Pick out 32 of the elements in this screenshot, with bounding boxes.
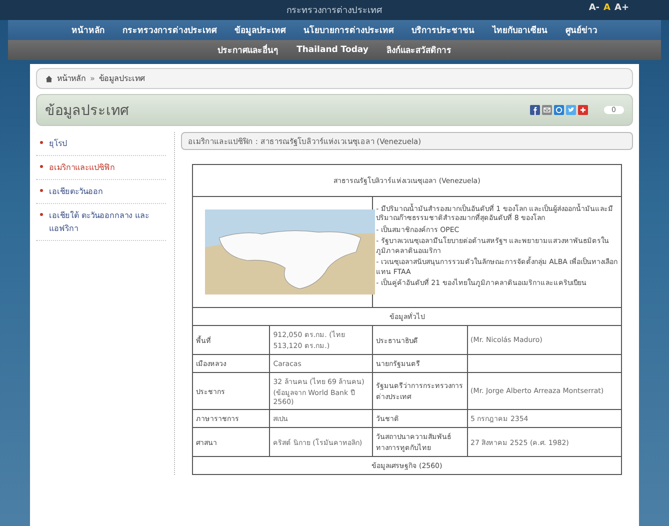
bullet-icon [40,141,43,144]
sidebar-link[interactable]: เอเชียใต้ ตะวันออกกลาง และแอฟริกา [49,209,162,235]
nav-link[interactable]: นโยบายการต่างประเทศ [304,23,394,37]
nav-link[interactable]: บริการประชาชน [412,23,474,37]
nav-link[interactable]: ศูนย์ข่าว [566,23,598,37]
breadcrumb-separator: » [90,74,95,83]
sidebar-link[interactable]: อเมริกาและแปซิฟิก [49,161,115,174]
nav-link[interactable]: ข้อมูลประเทศ [234,23,286,37]
font-size-button[interactable]: A [604,3,610,13]
subnav-link[interactable]: ประกาศและอื่นๆ [218,43,279,57]
email-icon[interactable] [542,105,552,115]
nav-link[interactable]: กระทรวงการต่างประเทศ [122,23,216,37]
bullet-icon [40,189,43,192]
home-icon [45,74,53,82]
nav-link[interactable]: หน้าหลัก [72,23,104,37]
share-icon[interactable] [554,105,564,115]
breadcrumb-link[interactable]: หน้าหลัก [57,72,86,85]
page-title: ข้อมูลประเทศ [45,102,129,121]
twitter-icon[interactable] [566,105,576,115]
bullet-icon [40,213,43,216]
breadcrumb-link[interactable]: ข้อมูลประเทศ [98,72,145,85]
bullet-icon [40,165,43,168]
subnav-link[interactable]: ลิงก์และสวัสดิการ [386,43,452,57]
font-size-button[interactable]: A- [588,3,600,13]
sidebar-link[interactable]: เอเชียตะวันออก [49,185,103,198]
nav-link[interactable]: ไทยกับอาเซียน [492,23,548,37]
sidebar-link[interactable]: ยุโรป [49,137,67,150]
subnav-link[interactable]: Thailand Today [296,45,368,55]
font-size-button[interactable]: A+ [614,3,629,13]
site-title: กระทรวงการต่างประเทศ [286,5,382,17]
facebook-icon[interactable] [530,105,540,115]
plus-icon[interactable] [578,105,588,115]
